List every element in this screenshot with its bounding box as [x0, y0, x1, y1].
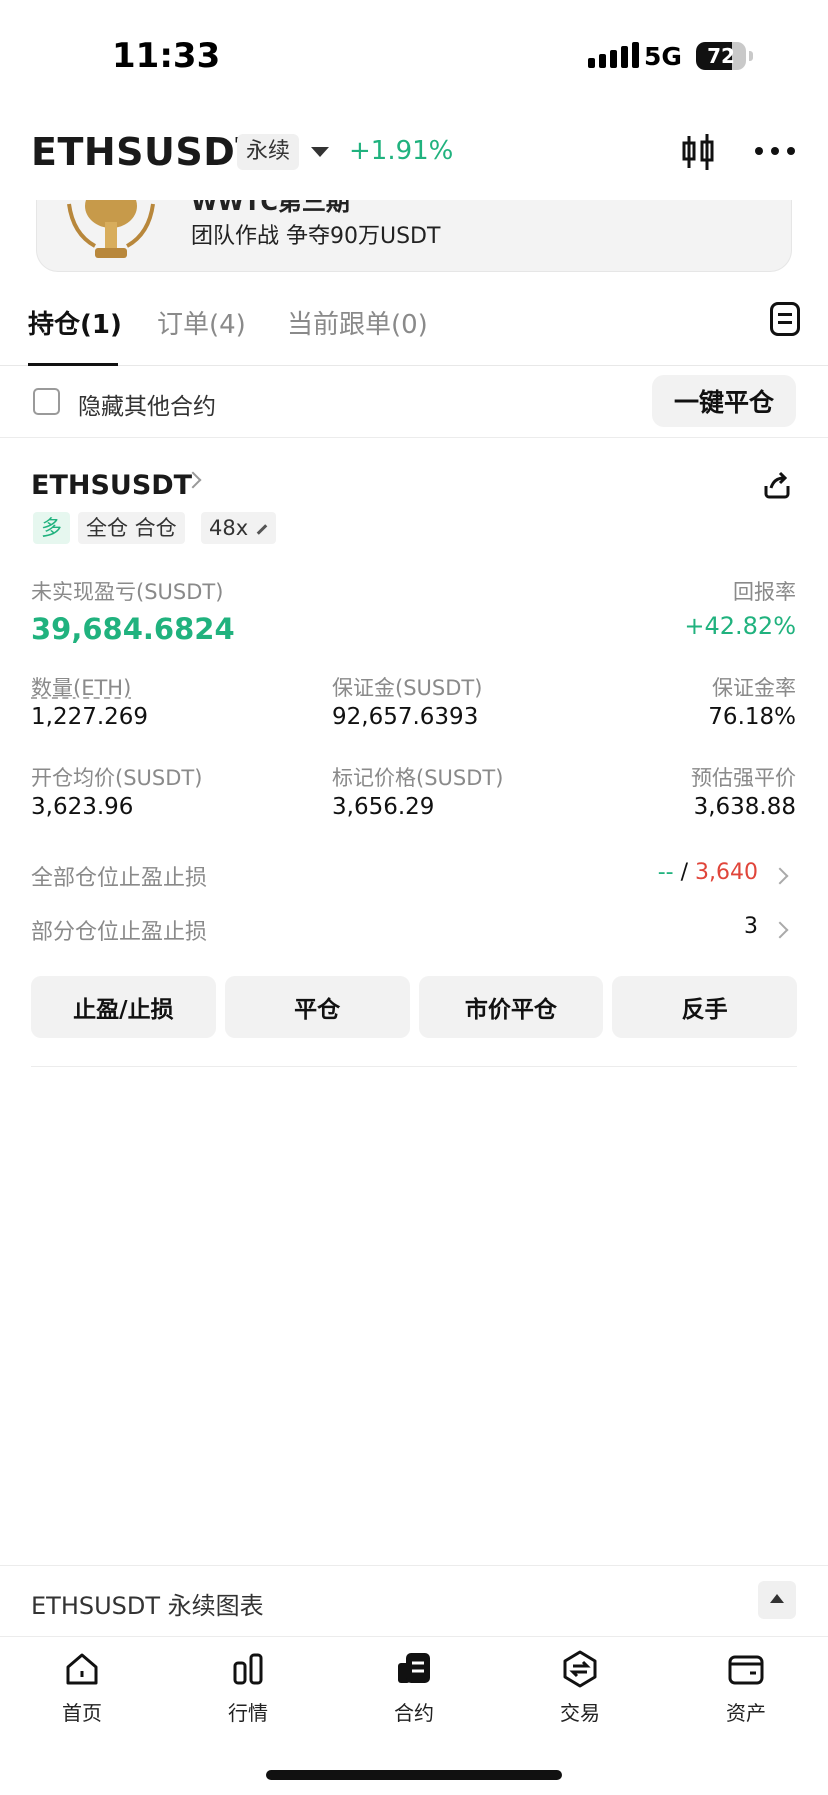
- pnl-value: 39,684.6824: [31, 612, 235, 646]
- header: ETHSUSDT 永续 +1.91%: [0, 120, 828, 190]
- network-type: 5G: [644, 42, 682, 71]
- tpsl-all-sl: 3,640: [695, 860, 758, 885]
- mark-price-label: 标记价格(SUSDT): [332, 766, 504, 790]
- margin-value: 92,657.6393: [332, 704, 479, 730]
- hide-other-label[interactable]: 隐藏其他合约: [78, 387, 216, 421]
- nav-label: 合约: [394, 1701, 434, 1725]
- hide-other-checkbox[interactable]: [33, 388, 60, 415]
- signal-icon: [588, 42, 639, 68]
- banner-text: 团队作战 争夺90万USDT: [191, 224, 441, 249]
- nav-futures[interactable]: 合约: [364, 1649, 464, 1726]
- position-actions: 止盈/止损 平仓 市价平仓 反手: [31, 976, 797, 1038]
- margin-mode-tag[interactable]: 全仓 合仓: [78, 512, 185, 544]
- tpsl-all-tp: --: [657, 860, 674, 885]
- roe-label: 回报率: [733, 580, 796, 604]
- mark-price-value: 3,656.29: [332, 794, 435, 820]
- pnl-label: 未实现盈亏(SUSDT): [31, 580, 224, 604]
- document-icon[interactable]: [770, 302, 800, 336]
- leverage-value: 48x: [209, 516, 249, 540]
- share-icon[interactable]: [762, 470, 792, 500]
- promo-banner[interactable]: WWTC第三期 团队作战 争夺90万USDT: [36, 200, 792, 272]
- tpsl-all-values[interactable]: -- / 3,640: [658, 860, 758, 885]
- chart-title[interactable]: ETHSUSDT 永续图表: [31, 1586, 264, 1621]
- chevron-right-icon[interactable]: [771, 921, 789, 939]
- liq-price-value: 3,638.88: [693, 794, 796, 820]
- tpsl-part-count[interactable]: 3: [744, 914, 758, 939]
- battery-tip: [749, 51, 753, 61]
- position-symbol[interactable]: ETHSUSDT: [31, 470, 192, 501]
- tab-positions[interactable]: 持仓(1): [28, 304, 122, 341]
- contract-type-tag[interactable]: 永续: [237, 134, 300, 170]
- nav-label: 资产: [726, 1701, 766, 1725]
- home-indicator[interactable]: [266, 1770, 562, 1780]
- home-icon: [66, 1653, 98, 1685]
- nav-assets[interactable]: 资产: [696, 1649, 796, 1726]
- wallet-icon: [728, 1655, 764, 1685]
- close-position-button[interactable]: 平仓: [224, 976, 410, 1038]
- chart-bar[interactable]: ETHSUSDT 永续图表: [0, 1565, 828, 1635]
- symbol-title[interactable]: ETHSUSDT: [31, 130, 262, 174]
- banner-title: WWTC第三期: [191, 200, 350, 216]
- trade-icon: [563, 1650, 597, 1688]
- nav-market[interactable]: 行情: [198, 1649, 298, 1726]
- battery-icon: 72: [696, 42, 746, 70]
- nav-label: 交易: [560, 1701, 600, 1725]
- battery-level: 72: [707, 44, 735, 68]
- market-icon: [233, 1653, 263, 1685]
- nav-trade[interactable]: 交易: [530, 1649, 630, 1726]
- margin-label: 保证金(SUSDT): [332, 676, 483, 700]
- nav-home[interactable]: 首页: [32, 1649, 132, 1726]
- divider: [31, 1066, 797, 1067]
- trophy-icon: [67, 200, 155, 258]
- tpsl-all-label[interactable]: 全部仓位止盈止损: [31, 860, 207, 892]
- entry-price-label: 开仓均价(SUSDT): [31, 766, 203, 790]
- expand-chart-icon[interactable]: [758, 1581, 796, 1619]
- reverse-button[interactable]: 反手: [612, 976, 797, 1038]
- chevron-down-icon[interactable]: [311, 147, 329, 157]
- status-time: 11:33: [112, 36, 221, 76]
- nav-label: 行情: [228, 1701, 268, 1725]
- filter-row: 隐藏其他合约 一键平仓: [0, 366, 828, 438]
- qty-label[interactable]: 数量(ETH): [31, 672, 131, 702]
- market-close-button[interactable]: 市价平仓: [418, 976, 604, 1038]
- edit-icon: [256, 523, 268, 535]
- tpsl-part-label[interactable]: 部分仓位止盈止损: [31, 914, 207, 946]
- chevron-right-icon[interactable]: [771, 867, 789, 885]
- futures-icon: [398, 1653, 430, 1683]
- more-icon[interactable]: [755, 145, 795, 157]
- tpsl-button[interactable]: 止盈/止损: [31, 976, 216, 1038]
- status-bar: 11:33 5G 72: [0, 0, 828, 110]
- roe-value: +42.82%: [684, 612, 796, 640]
- margin-rate-value: 76.18%: [708, 704, 796, 730]
- margin-rate-label: 保证金率: [712, 676, 796, 700]
- side-tag: 多: [33, 512, 70, 544]
- candlestick-icon[interactable]: [680, 132, 716, 172]
- tpsl-separator: /: [680, 860, 689, 885]
- close-all-button[interactable]: 一键平仓: [652, 375, 796, 427]
- leverage-tag[interactable]: 48x: [201, 512, 277, 544]
- liq-price-label: 预估强平价: [691, 766, 796, 790]
- position-tabs: 持仓(1) 订单(4) 当前跟单(0): [0, 290, 828, 366]
- tab-copy-trading[interactable]: 当前跟单(0): [287, 304, 428, 341]
- qty-value: 1,227.269: [31, 704, 149, 730]
- entry-price-value: 3,623.96: [31, 794, 134, 820]
- nav-label: 首页: [62, 1701, 102, 1725]
- tab-orders[interactable]: 订单(4): [157, 304, 246, 341]
- price-change: +1.91%: [349, 136, 454, 166]
